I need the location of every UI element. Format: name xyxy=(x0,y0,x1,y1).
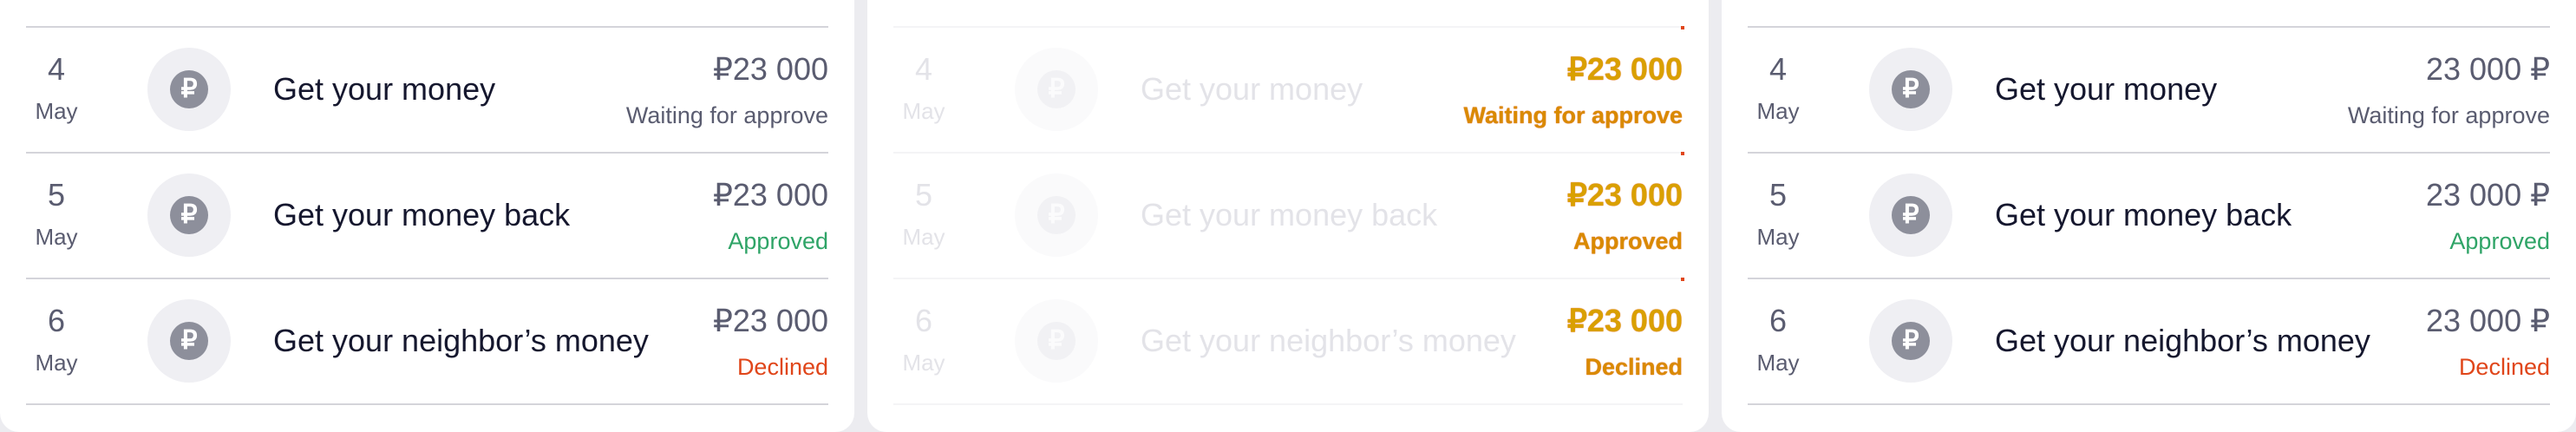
date-month: May xyxy=(35,98,78,124)
transaction-date: 6 May xyxy=(893,279,954,405)
ruble-icon: ₽ xyxy=(1892,70,1930,108)
transaction-date: 4 May xyxy=(893,28,954,154)
transaction-status: Approved xyxy=(2449,228,2550,254)
transaction-avatar: ₽ xyxy=(1869,48,1952,131)
transaction-row[interactable]: 5 May ₽ Get your money back ₽23 000 Appr… xyxy=(26,152,828,278)
transaction-status: Waiting for approve xyxy=(2347,102,2550,128)
transaction-status: Approved xyxy=(728,228,828,254)
ruble-icon: ₽ xyxy=(1892,196,1930,234)
transaction-date: 6 May xyxy=(1748,279,1808,405)
transaction-date: 5 May xyxy=(1748,154,1808,279)
transaction-status: Waiting for approve xyxy=(1463,102,1683,128)
date-day: 5 xyxy=(1769,177,1788,213)
transaction-title: Get your neighbor’s money xyxy=(1141,323,1516,358)
transaction-title: Get your neighbor’s money xyxy=(1995,323,2370,358)
transaction-row[interactable]: 5 May ₽ Get your money back ₽23 000 Appr… xyxy=(893,152,1684,279)
date-month: May xyxy=(35,224,78,250)
transaction-amount: ₽23 000 xyxy=(1566,303,1683,338)
date-month: May xyxy=(902,350,945,376)
transaction-date: 4 May xyxy=(26,28,87,154)
transaction-amount: 23 000 ₽ xyxy=(2425,303,2550,338)
transaction-amount: ₽23 000 xyxy=(1566,51,1683,87)
ruble-icon: ₽ xyxy=(1037,70,1076,108)
date-month: May xyxy=(1756,350,1800,376)
transaction-list: 4 May ₽ Get your money 23 000 ₽ Waiting … xyxy=(1748,26,2550,405)
ruble-icon: ₽ xyxy=(170,196,208,234)
transaction-title: Get your money back xyxy=(1995,197,2292,232)
date-month: May xyxy=(1756,224,1800,250)
transaction-title: Get your neighbor’s money xyxy=(273,323,649,358)
date-day: 6 xyxy=(47,303,66,338)
date-month: May xyxy=(902,224,945,250)
transaction-avatar: ₽ xyxy=(1015,299,1098,383)
transaction-date: 4 May xyxy=(1748,28,1808,154)
transaction-amount: ₽23 000 xyxy=(712,51,828,87)
transaction-amount: ₽23 000 xyxy=(712,303,828,338)
date-month: May xyxy=(35,350,78,376)
ruble-icon: ₽ xyxy=(1037,196,1076,234)
transaction-status: Approved xyxy=(1572,228,1683,254)
date-month: May xyxy=(1756,98,1800,124)
transaction-row[interactable]: 4 May ₽ Get your money ₽23 000 Waiting f… xyxy=(893,26,1684,154)
transaction-status: Declined xyxy=(736,354,828,380)
transactions-panel-suffix-currency: 4 May ₽ Get your money 23 000 ₽ Waiting … xyxy=(1722,0,2576,432)
transactions-panel-rtl-currency: 4 May ₽ Get your money ₽23 000 Waiting f… xyxy=(0,0,854,432)
transactions-panel-debug: 4 May ₽ Get your money ₽23 000 Waiting f… xyxy=(867,0,1709,432)
transaction-amount: ₽23 000 xyxy=(1566,177,1683,213)
transaction-avatar: ₽ xyxy=(1869,299,1952,383)
debug-marker xyxy=(1681,152,1684,155)
transaction-list: 4 May ₽ Get your money ₽23 000 Waiting f… xyxy=(893,26,1684,405)
transaction-avatar: ₽ xyxy=(147,299,231,383)
transaction-status: Declined xyxy=(1585,354,1683,380)
transaction-amount: ₽23 000 xyxy=(712,177,828,213)
transaction-row[interactable]: 5 May ₽ Get your money back 23 000 ₽ App… xyxy=(1748,152,2550,278)
ruble-icon: ₽ xyxy=(1892,322,1930,360)
date-day: 6 xyxy=(914,303,933,338)
transaction-avatar: ₽ xyxy=(1015,48,1098,131)
transaction-title: Get your money xyxy=(1141,71,1363,107)
date-day: 4 xyxy=(914,51,933,87)
date-day: 4 xyxy=(1769,51,1788,87)
transaction-date: 5 May xyxy=(26,154,87,279)
transaction-date: 6 May xyxy=(26,279,87,405)
debug-marker xyxy=(1681,26,1684,29)
transaction-amount: 23 000 ₽ xyxy=(2425,51,2550,87)
transaction-row[interactable]: 6 May ₽ Get your neighbor’s money 23 000… xyxy=(1748,278,2550,405)
transaction-title: Get your money xyxy=(273,71,496,107)
transaction-row[interactable]: 4 May ₽ Get your money ₽23 000 Waiting f… xyxy=(26,26,828,152)
date-day: 5 xyxy=(914,177,933,213)
debug-marker xyxy=(1681,278,1684,281)
transaction-date: 5 May xyxy=(893,154,954,279)
transaction-avatar: ₽ xyxy=(1869,173,1952,257)
ruble-icon: ₽ xyxy=(170,70,208,108)
transaction-title: Get your money xyxy=(1995,71,2218,107)
date-day: 6 xyxy=(1769,303,1788,338)
transaction-row[interactable]: 6 May ₽ Get your neighbor’s money ₽23 00… xyxy=(893,278,1684,405)
transaction-avatar: ₽ xyxy=(147,173,231,257)
transaction-row[interactable]: 4 May ₽ Get your money 23 000 ₽ Waiting … xyxy=(1748,26,2550,152)
transaction-status: Declined xyxy=(2458,354,2550,380)
date-day: 4 xyxy=(47,51,66,87)
transaction-avatar: ₽ xyxy=(147,48,231,131)
ruble-icon: ₽ xyxy=(170,322,208,360)
transaction-amount: 23 000 ₽ xyxy=(2425,177,2550,213)
date-month: May xyxy=(902,98,945,124)
transaction-title: Get your money back xyxy=(273,197,571,232)
transaction-row[interactable]: 6 May ₽ Get your neighbor’s money ₽23 00… xyxy=(26,278,828,405)
transaction-title: Get your money back xyxy=(1141,197,1438,232)
date-day: 5 xyxy=(47,177,66,213)
transaction-list: 4 May ₽ Get your money ₽23 000 Waiting f… xyxy=(26,26,828,405)
transaction-avatar: ₽ xyxy=(1015,173,1098,257)
ruble-icon: ₽ xyxy=(1037,322,1076,360)
transaction-status: Waiting for approve xyxy=(625,102,828,128)
